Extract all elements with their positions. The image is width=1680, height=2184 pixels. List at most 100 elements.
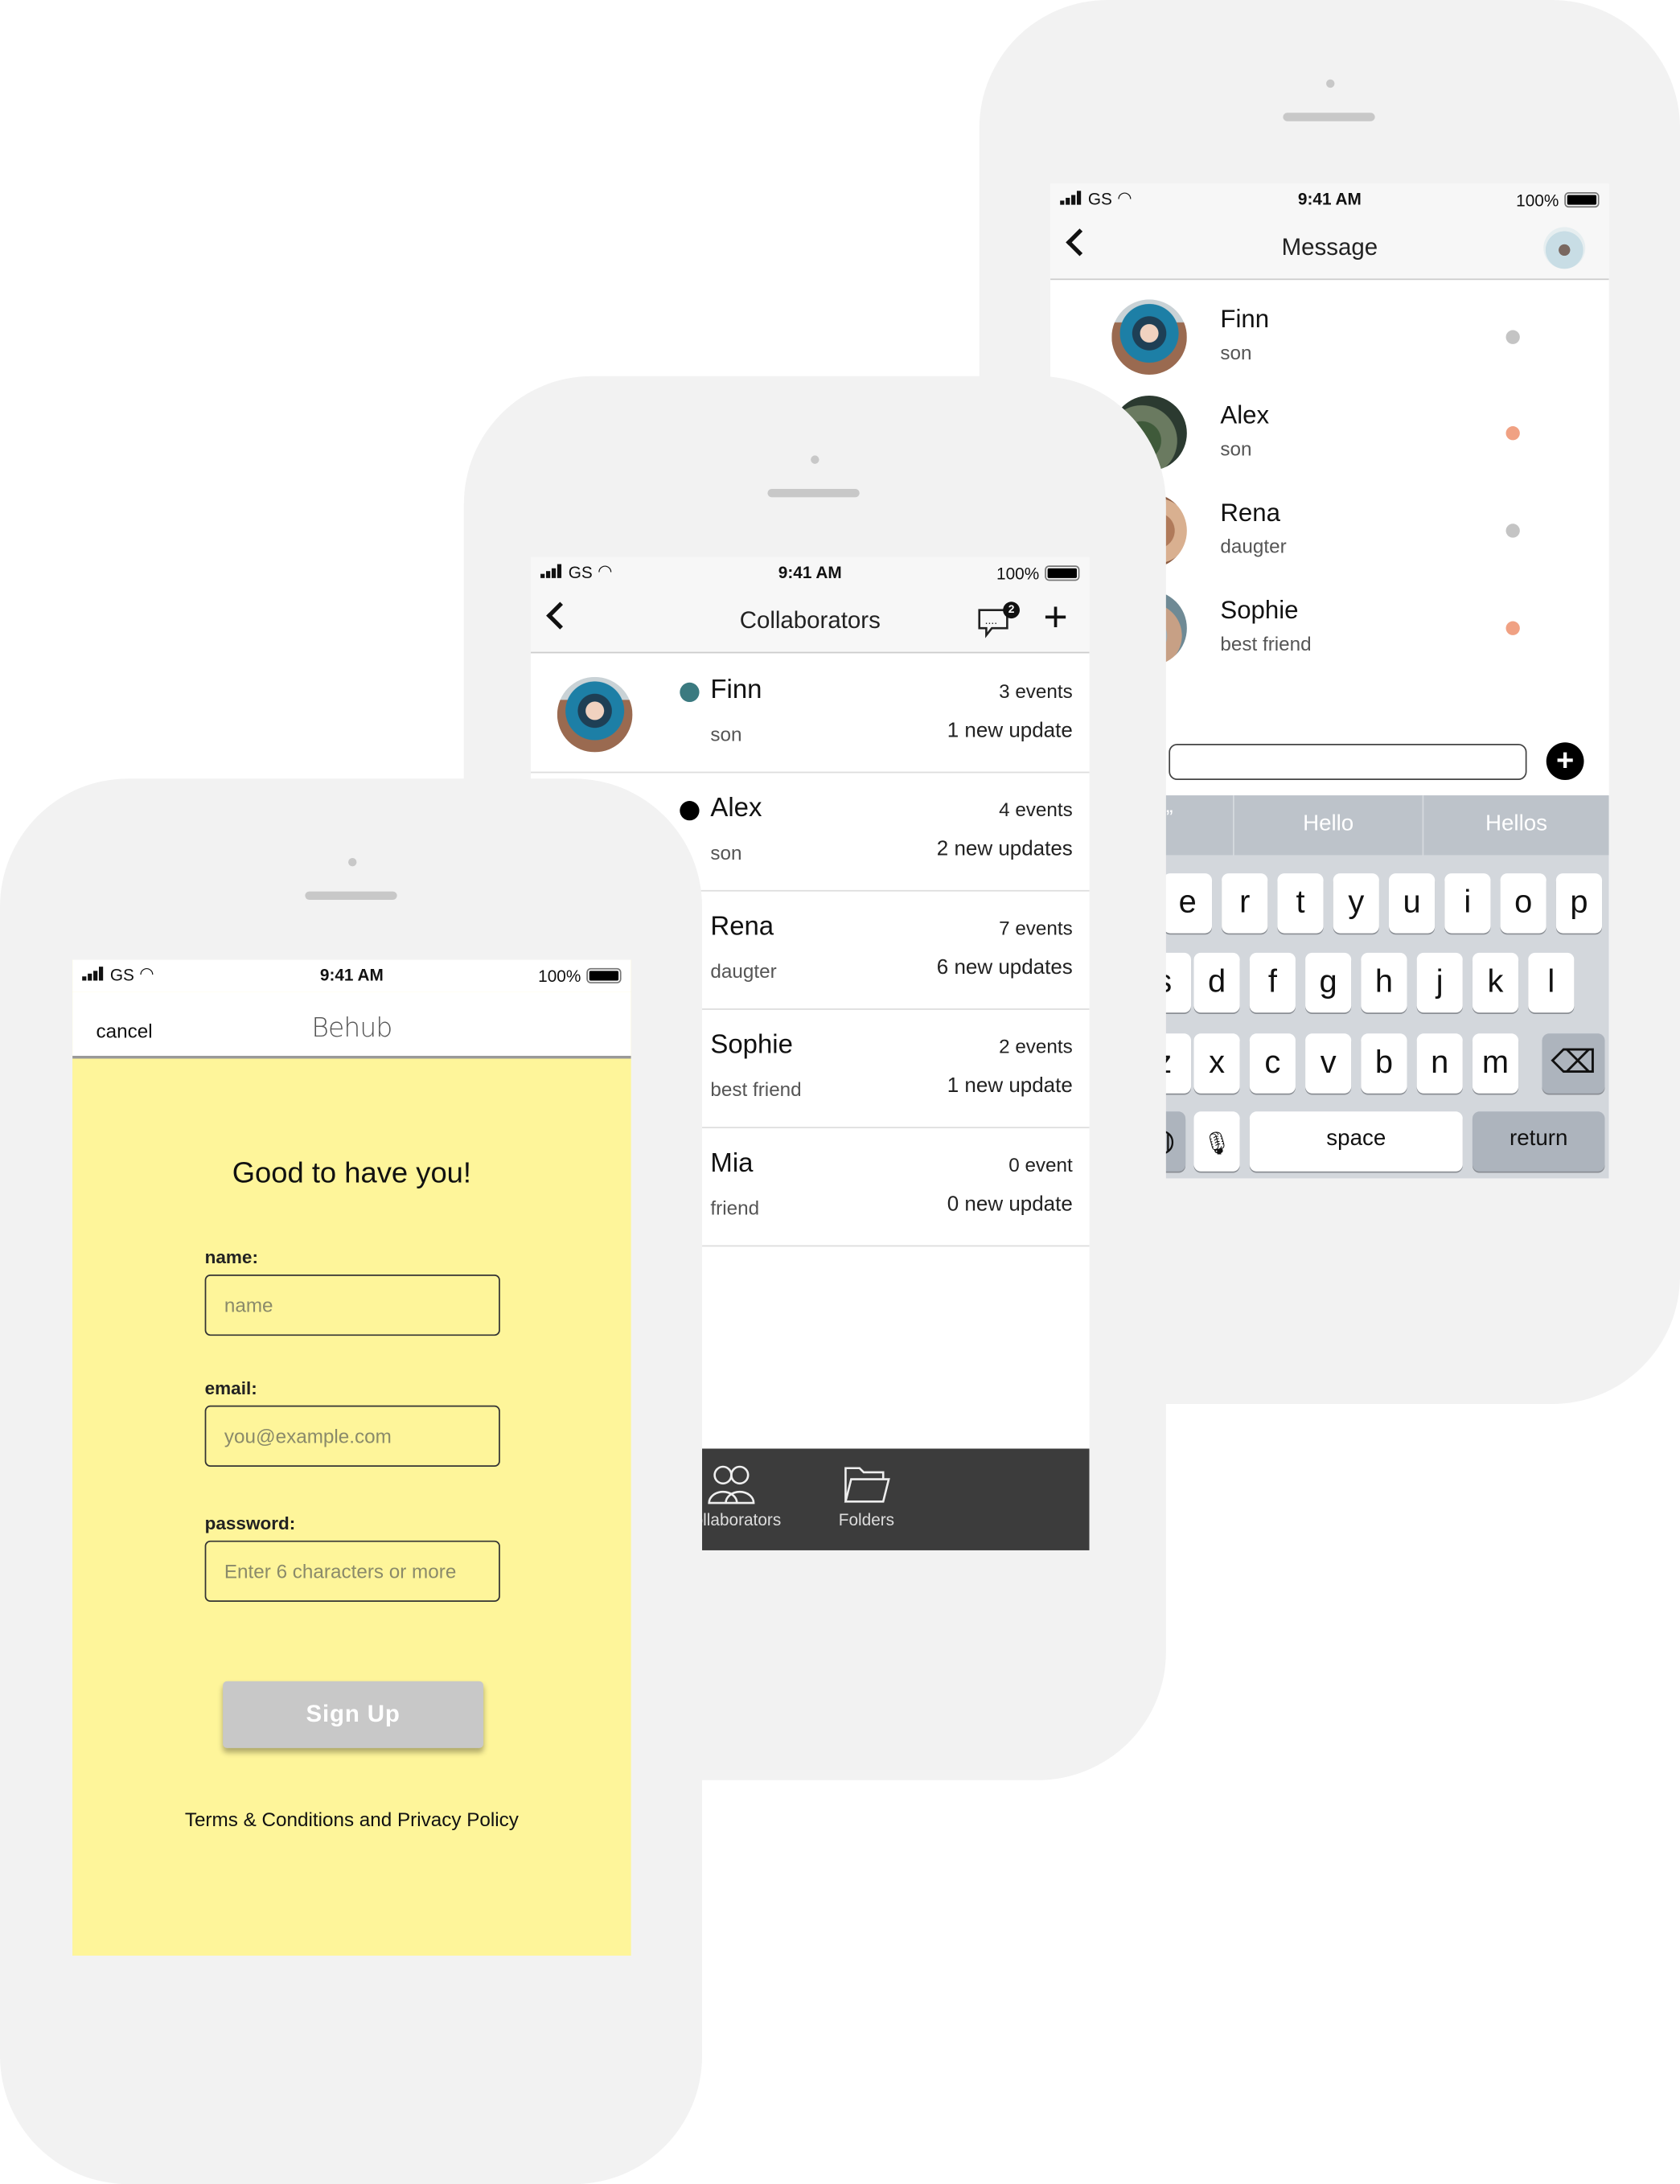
plus-icon: + xyxy=(1043,594,1068,641)
update-count: 1 new update xyxy=(947,1074,1073,1098)
collaborator-name: Alex xyxy=(710,794,762,823)
key-y[interactable]: y xyxy=(1333,873,1379,934)
key-h[interactable]: h xyxy=(1361,952,1407,1013)
add-button[interactable]: + xyxy=(1546,742,1584,781)
key-j[interactable]: j xyxy=(1416,952,1463,1013)
plus-icon: + xyxy=(1555,742,1575,778)
battery-icon xyxy=(586,967,622,983)
contact-name: Rena xyxy=(1220,499,1280,527)
camera-dot xyxy=(1326,79,1335,88)
profile-avatar[interactable] xyxy=(1543,227,1586,269)
email-label: email: xyxy=(204,1377,257,1399)
delete-key[interactable]: ⌫ xyxy=(1542,1033,1605,1094)
logo: Behub xyxy=(311,1012,392,1044)
key-e[interactable]: e xyxy=(1163,873,1213,934)
contact-relation: daugter xyxy=(1220,535,1287,557)
sign-up-button[interactable]: Sign Up xyxy=(223,1681,484,1748)
key-m[interactable]: m xyxy=(1472,1033,1519,1094)
key-d[interactable]: d xyxy=(1193,952,1240,1013)
return-key[interactable]: return xyxy=(1472,1111,1605,1172)
name-input[interactable] xyxy=(204,1274,500,1336)
status-bar: GS ◠ 9:41 AM 100% xyxy=(72,959,631,992)
add-collaborator-button[interactable]: + xyxy=(1043,597,1067,639)
contact-name: Alex xyxy=(1220,400,1270,429)
key-r[interactable]: r xyxy=(1222,873,1268,934)
speaker xyxy=(1283,113,1375,121)
update-count: 2 new updates xyxy=(936,837,1073,861)
collaborator-relation: son xyxy=(710,841,742,864)
name-label: name: xyxy=(204,1246,258,1268)
event-count: 0 event xyxy=(1008,1153,1073,1176)
contact-relation: best friend xyxy=(1220,632,1312,655)
svg-text:....: .... xyxy=(985,614,997,626)
signup-screen: GS ◠ 9:41 AM 100% cancel Behub Good to h… xyxy=(72,959,631,1956)
messages-button[interactable]: .... 2 xyxy=(976,601,1020,638)
key-u[interactable]: u xyxy=(1389,873,1436,934)
status-dot xyxy=(1505,426,1520,441)
key-c[interactable]: c xyxy=(1249,1033,1296,1094)
battery-icon xyxy=(1045,565,1080,581)
suggestion-3[interactable]: Hellos xyxy=(1423,812,1608,837)
nav-bar: Message xyxy=(1050,216,1609,281)
suggestion-1[interactable]: ” xyxy=(1166,807,1173,830)
phone-signup: GS ◠ 9:41 AM 100% cancel Behub Good to h… xyxy=(0,778,703,2184)
backspace-icon: ⌫ xyxy=(1551,1043,1596,1080)
email-input[interactable] xyxy=(204,1405,500,1468)
message-badge: 2 xyxy=(1003,601,1020,619)
collaborator-name: Rena xyxy=(710,912,774,942)
suggestion-2[interactable]: Hello xyxy=(1234,812,1423,837)
password-input[interactable] xyxy=(204,1540,500,1603)
contact-relation: son xyxy=(1220,437,1252,460)
key-i[interactable]: i xyxy=(1444,873,1491,934)
key-b[interactable]: b xyxy=(1361,1033,1407,1094)
key-o[interactable]: o xyxy=(1500,873,1547,934)
page-title: Message xyxy=(1281,234,1378,261)
collaborator-relation: friend xyxy=(710,1196,760,1219)
key-n[interactable]: n xyxy=(1416,1033,1463,1094)
status-bar: GS ◠ 9:41 AM 100% xyxy=(1050,183,1609,216)
status-dot xyxy=(1505,523,1520,538)
contact-item[interactable]: Finn son xyxy=(1050,299,1609,383)
tab-folders[interactable]: Folders xyxy=(799,1448,933,1550)
update-count: 6 new updates xyxy=(936,955,1073,979)
terms-link[interactable]: Terms & Conditions and Privacy Policy xyxy=(72,1808,631,1830)
key-v[interactable]: v xyxy=(1305,1033,1352,1094)
key-p[interactable]: p xyxy=(1555,873,1603,934)
event-count: 3 events xyxy=(999,679,1073,703)
speaker xyxy=(767,489,860,498)
tab-label: Folders xyxy=(838,1509,895,1529)
contact-avatar xyxy=(1111,299,1187,375)
online-dot xyxy=(680,682,700,703)
collaborator-relation: son xyxy=(710,723,742,745)
collaborator-row[interactable]: Finn son 3 events 1 new update xyxy=(530,655,1090,774)
battery-percent: 100% xyxy=(538,967,581,987)
online-dot xyxy=(680,801,700,821)
contact-relation: son xyxy=(1220,341,1252,364)
nav-bar: Collaborators .... 2 + xyxy=(530,589,1090,654)
update-count: 0 new update xyxy=(947,1192,1073,1217)
key-k[interactable]: k xyxy=(1472,952,1519,1013)
password-label: password: xyxy=(204,1513,296,1534)
key-t[interactable]: t xyxy=(1277,873,1324,934)
microphone-icon: 🎙︎ xyxy=(1202,1132,1231,1156)
battery-percent: 100% xyxy=(996,564,1040,584)
dictation-key[interactable]: 🎙︎ xyxy=(1193,1111,1240,1172)
message-input[interactable] xyxy=(1169,743,1527,781)
collaborator-name: Finn xyxy=(710,675,762,705)
camera-dot xyxy=(348,858,357,867)
space-key[interactable]: space xyxy=(1249,1111,1463,1172)
battery-icon xyxy=(1564,192,1600,208)
contact-name: Sophie xyxy=(1220,596,1299,625)
collaborator-relation: daugter xyxy=(710,959,777,983)
collaborator-relation: best friend xyxy=(710,1078,802,1101)
update-count: 1 new update xyxy=(947,718,1073,743)
key-g[interactable]: g xyxy=(1305,952,1352,1013)
folder-icon xyxy=(799,1463,933,1507)
key-f[interactable]: f xyxy=(1249,952,1296,1013)
key-x[interactable]: x xyxy=(1193,1033,1240,1094)
camera-dot xyxy=(811,455,819,464)
key-l[interactable]: l xyxy=(1528,952,1575,1013)
status-dot xyxy=(1505,330,1520,344)
status-bar: GS ◠ 9:41 AM 100% xyxy=(530,556,1090,589)
collaborator-avatar xyxy=(557,676,633,753)
